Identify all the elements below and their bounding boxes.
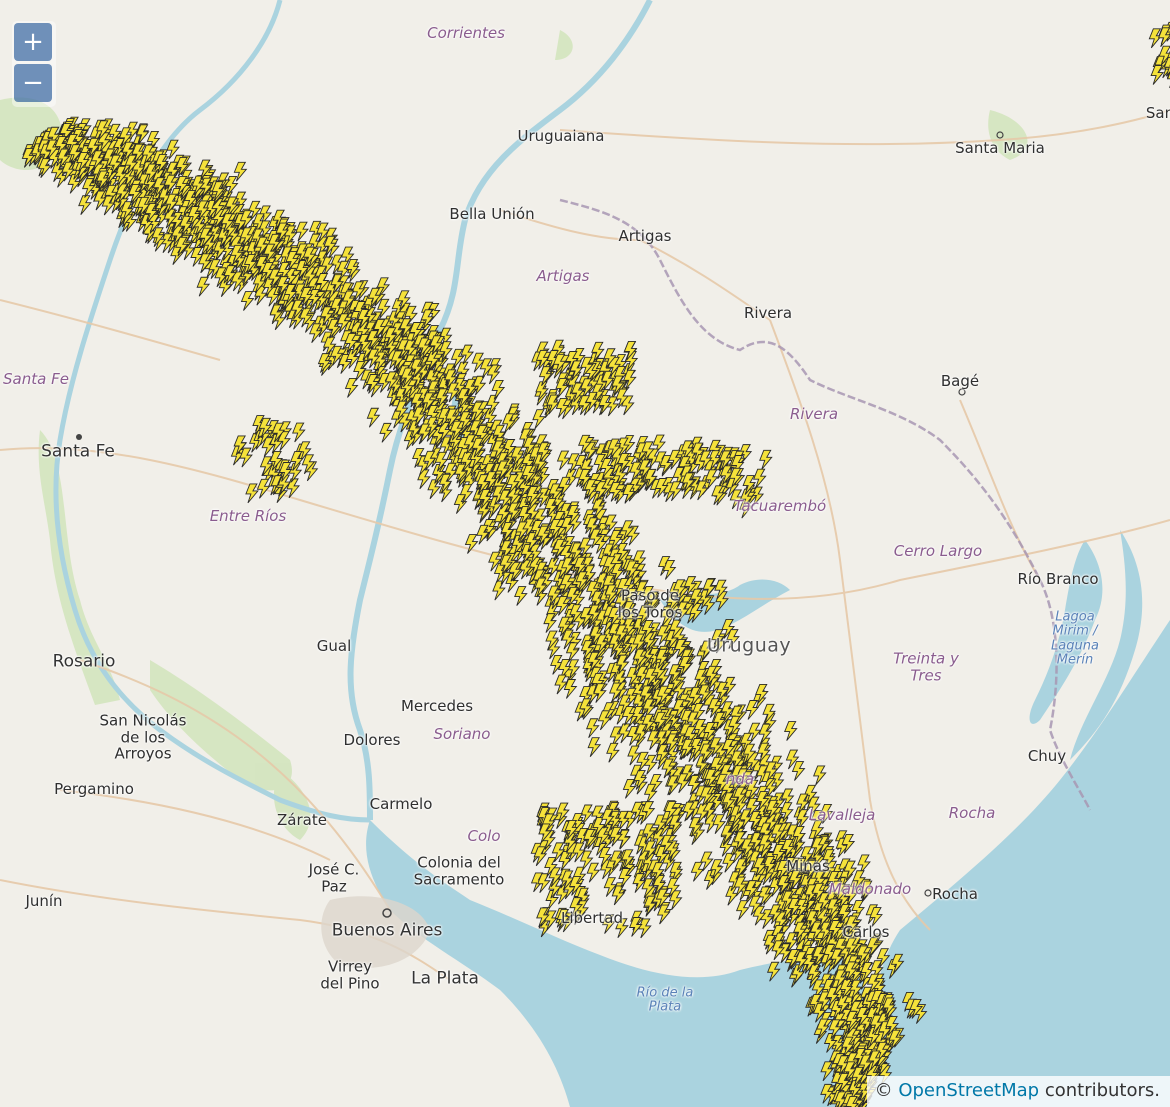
- lightning-bolt-icon: [690, 861, 705, 882]
- place-label-santa-fe: Santa Fe: [41, 441, 115, 462]
- lightning-bolt-icon: [747, 722, 762, 743]
- place-label-artigas-dept: Artigas: [536, 266, 590, 285]
- place-label-jose-c-paz: José C. Paz: [308, 860, 360, 895]
- lightning-bolt-icon: [1148, 28, 1163, 49]
- place-label-treinta-y-tres: Treinta y Tres: [893, 649, 959, 684]
- place-label-paso-de-los-toros: Paso de los Toros: [617, 586, 683, 621]
- place-label-bella-union: Bella Unión: [449, 204, 535, 223]
- lightning-bolt-icon: [514, 586, 528, 606]
- lightning-bolt-icon: [638, 918, 652, 939]
- place-label-rio-de-la-plata: Río de la Plata: [636, 985, 694, 1015]
- lightning-bolt-icon: [606, 742, 620, 763]
- lightning-bolt-icon: [766, 961, 781, 982]
- lightning-bolt-icon: [554, 674, 568, 695]
- lightning-bolt-icon: [245, 483, 259, 504]
- lightning-bolt-icon: [820, 1061, 834, 1082]
- zoom-control: + −: [12, 21, 56, 107]
- place-label-mercedes: Mercedes: [400, 696, 474, 715]
- lightning-bolt-icon: [813, 765, 827, 786]
- place-label-virrey-del-pino: Virrey del Pino: [320, 957, 380, 992]
- place-label-artigas: Artigas: [618, 226, 672, 245]
- zoom-in-button[interactable]: +: [14, 23, 52, 61]
- place-label-entre-rios: Entre Ríos: [209, 506, 287, 525]
- lightning-bolt-icon: [605, 396, 620, 417]
- place-label-chuy: Chuy: [1027, 746, 1067, 765]
- lightning-bolt-icon: [532, 409, 546, 429]
- lightning-bolt-icon: [417, 469, 431, 490]
- lightning-bolt-icon: [344, 378, 359, 398]
- copyright-symbol: ©: [874, 1080, 893, 1101]
- place-label-libertad: Libertad: [560, 908, 624, 927]
- place-label-uruguaiana: Uruguaiana: [517, 126, 605, 145]
- place-label-lavalleja: Lavalleja: [808, 805, 876, 824]
- lightning-bolt-icon: [617, 829, 631, 850]
- place-label-durazno: nda: [725, 769, 755, 788]
- place-label-rio-branco: Río Branco: [1017, 569, 1099, 588]
- place-label-rosario: Rosario: [52, 651, 116, 672]
- attribution-suffix: contributors.: [1039, 1080, 1160, 1101]
- place-label-santa-maria: Santa Maria: [955, 138, 1045, 157]
- place-label-rocha: Rocha: [932, 884, 978, 903]
- lightning-bolt-icon: [295, 221, 309, 242]
- place-label-rivera: Rivera: [743, 303, 793, 322]
- map-viewport[interactable]: Corrientes Uruguaiana Santa Maria Bella Uni…: [0, 0, 1170, 1107]
- lightning-bolt-icon: [233, 161, 248, 182]
- lightning-bolt-icon: [586, 862, 601, 883]
- lightning-strike-layer: [21, 21, 1170, 1107]
- place-label-minas: Minas: [786, 856, 830, 875]
- place-label-rocha-dept: Rocha: [948, 803, 996, 822]
- place-label-san-carlos: Carlos: [842, 922, 890, 941]
- lightning-bolt-icon: [292, 422, 306, 443]
- lightning-bolt-icon: [745, 700, 760, 720]
- openstreetmap-link[interactable]: OpenStreetMap: [898, 1080, 1039, 1101]
- lightning-bolt-icon: [644, 754, 658, 775]
- place-label-laguna-merin: Lagoa Mirim / Laguna Merín: [1051, 609, 1099, 668]
- lightning-bolt-icon: [565, 642, 580, 663]
- lightning-bolt-icon: [735, 900, 750, 921]
- lightning-bolt-icon: [791, 761, 806, 781]
- place-label-gualeguaychu: Gual: [316, 636, 352, 655]
- place-label-carmelo: Carmelo: [369, 794, 433, 813]
- place-label-cerro-largo: Cerro Largo: [893, 541, 983, 560]
- zoom-out-button[interactable]: −: [14, 64, 52, 102]
- place-label-dolores: Dolores: [343, 730, 401, 749]
- lightning-bolt-icon: [611, 885, 626, 906]
- lightning-bolt-icon: [492, 580, 506, 601]
- lightning-bolt-icon: [460, 344, 475, 365]
- lightning-bolt-icon: [196, 276, 211, 297]
- lightning-bolt-icon: [379, 422, 393, 443]
- place-label-san-partial: San: [1145, 103, 1170, 122]
- place-label-corrientes: Corrientes: [427, 23, 505, 42]
- place-label-pergamino: Pergamino: [54, 779, 134, 798]
- place-label-colonia-dept: Colo: [467, 826, 501, 845]
- place-label-buenos-aires: Buenos Aires: [331, 920, 443, 941]
- place-label-rivera-dept: Rivera: [789, 404, 839, 423]
- lightning-bolt-icon: [1157, 27, 1170, 48]
- lightning-bolt-icon: [556, 450, 571, 471]
- place-label-zarate: Zárate: [277, 810, 327, 829]
- lightning-bolt-icon: [464, 534, 479, 554]
- place-label-maldonado: Maldonado: [828, 879, 912, 898]
- lightning-bolt-icon: [366, 407, 381, 428]
- lightning-bolt-icon: [256, 478, 271, 499]
- lightning-bolt-icon: [715, 591, 729, 611]
- lightning-bolt-icon: [752, 468, 767, 489]
- place-label-soriano: Soriano: [433, 724, 491, 743]
- map-attribution: © OpenStreetMap contributors.: [866, 1076, 1170, 1107]
- place-label-uruguay: Uruguay: [706, 634, 792, 657]
- place-label-tacuarembo: Tacuarembó: [733, 496, 827, 515]
- lightning-bolt-icon: [759, 449, 773, 470]
- lightning-bolt-icon: [784, 721, 798, 741]
- place-label-junin: Junín: [25, 891, 63, 910]
- place-label-bage: Bagé: [940, 371, 980, 390]
- place-label-santa-fe-prov: Santa Fe: [3, 369, 69, 388]
- lightning-bolt-icon: [587, 737, 602, 757]
- lightning-bolt-icon: [78, 195, 92, 215]
- lightning-bolt-icon: [585, 718, 600, 739]
- place-label-san-nicolas: San Nicolás de los Arroyos: [99, 711, 187, 763]
- lightning-bolt-icon: [240, 291, 255, 311]
- place-label-la-plata: La Plata: [411, 968, 479, 989]
- lightning-bolt-icon: [656, 904, 671, 925]
- place-label-colonia: Colonia del Sacramento: [413, 853, 505, 888]
